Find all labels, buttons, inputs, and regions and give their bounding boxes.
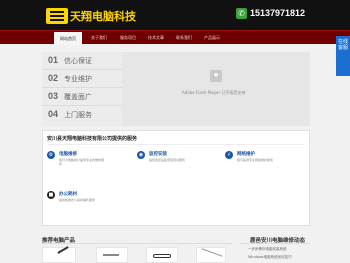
service-desc: 我们提供专业网络维护服务 (237, 158, 274, 162)
menu-item[interactable]: 02 专业维护 (42, 70, 122, 88)
menu-label: 信心保证 (64, 57, 92, 65)
logo-stripe (50, 15, 64, 17)
menu-number: 01 (48, 55, 59, 65)
nav-item-services[interactable]: 服务项目 (114, 33, 142, 43)
usb-image (103, 254, 119, 256)
news-item[interactable]: 一步步教你电脑安装系统 (248, 247, 287, 252)
menu-label: 专业维护 (64, 75, 92, 83)
menu-number: 04 (48, 109, 59, 119)
flash-message: Adobe Flash Player 已不再受支持 (182, 90, 246, 95)
menu-item[interactable]: 04 上门服务 (42, 106, 122, 124)
puzzle-icon: ✦ (210, 70, 222, 82)
network-icon: ⚡ (225, 151, 233, 159)
box-icon: ■ (47, 191, 55, 199)
product-card[interactable] (196, 247, 226, 263)
wrench-icon: ⚙ (47, 151, 55, 159)
service-desc: 我们为电脑用户提供专业的维修服务 (59, 158, 105, 166)
menu-item[interactable]: 01 信心保证 (42, 52, 122, 70)
menu-label: 覆盖面广 (64, 93, 92, 101)
brand-name[interactable]: 天翔电脑科技 (70, 8, 136, 24)
divider (240, 243, 310, 244)
services-title: 安川县天翔电脑科技有限公司提供的服务 (47, 136, 138, 142)
phone-icon: ✆ (236, 8, 247, 19)
product-card[interactable] (96, 247, 128, 263)
service-title[interactable]: 电脑维修 (59, 151, 77, 157)
product-card[interactable] (42, 246, 76, 263)
product-card[interactable] (146, 247, 178, 263)
glasses-image (153, 254, 171, 258)
cable-image (201, 248, 223, 257)
service-desc: 提供各类办公耗材销售服务 (59, 198, 96, 202)
online-service-label: 在线客服 (337, 39, 348, 51)
online-service-tab[interactable]: 在线客服 (336, 36, 350, 76)
logo-stripe (50, 11, 64, 13)
logo-stripe (50, 19, 64, 21)
nav-item-contact[interactable]: 联系我们 (170, 33, 198, 43)
divider (47, 144, 305, 145)
cable-image (57, 246, 69, 254)
service-title[interactable]: 监控安装 (149, 151, 167, 157)
services-panel: 安川县天翔电脑科技有限公司提供的服务 ⚙ 电脑维修 我们为电脑用户提供专业的维修… (42, 130, 310, 226)
service-desc: 提供监控设备安装调试服务 (149, 158, 186, 162)
news-item[interactable]: Windows电脑系统优化技巧 (248, 255, 292, 260)
menu-number: 02 (48, 73, 59, 83)
divider (42, 243, 232, 244)
site-header: 天翔电脑科技 ✆ 15137971812 (0, 0, 350, 30)
camera-icon: ◉ (137, 151, 145, 159)
nav-item-home[interactable]: 网站首页 (54, 32, 82, 45)
main-nav: 网站首页 关于我们 服务项目 技术文章 联系我们 产品展示 (0, 30, 350, 45)
nav-item-about[interactable]: 关于我们 (86, 33, 112, 43)
service-title[interactable]: 办公耗材 (59, 191, 77, 197)
service-title[interactable]: 网络维护 (237, 151, 255, 157)
banner-menu: 01 信心保证 02 专业维护 03 覆盖面广 04 上门服务 (42, 52, 122, 126)
flash-placeholder[interactable]: ✦ Adobe Flash Player 已不再受支持 (122, 52, 310, 126)
logo-icon[interactable] (46, 8, 68, 24)
menu-item[interactable]: 03 覆盖面广 (42, 88, 122, 106)
menu-number: 03 (48, 91, 59, 101)
menu-label: 上门服务 (64, 111, 92, 119)
phone-number: 15137971812 (250, 8, 306, 18)
nav-item-articles[interactable]: 技术文章 (142, 33, 170, 43)
nav-item-products[interactable]: 产品展示 (198, 33, 226, 43)
